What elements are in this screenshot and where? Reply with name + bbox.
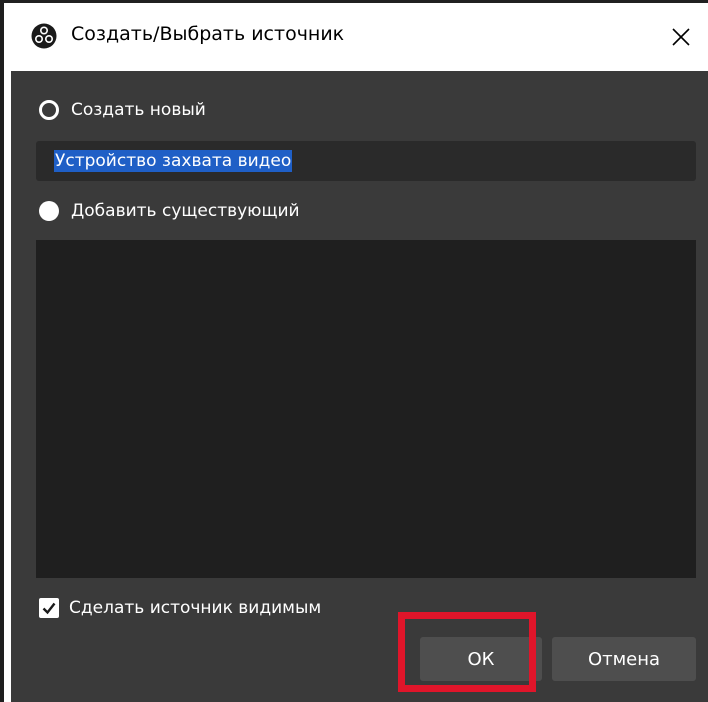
make-visible-option[interactable]: Сделать источник видимым (39, 598, 321, 618)
add-existing-radio-option[interactable]: Добавить существующий (39, 201, 300, 221)
existing-sources-list[interactable] (36, 240, 696, 578)
make-visible-label: Сделать источник видимым (69, 598, 322, 618)
obs-logo-icon (31, 23, 57, 49)
checkmark-icon (42, 602, 56, 615)
create-new-radio[interactable] (39, 100, 59, 120)
background-window-edge (0, 3, 4, 702)
window-title: Создать/Выбрать источник (71, 23, 345, 45)
make-visible-checkbox[interactable] (39, 598, 59, 618)
create-new-label: Создать новый (71, 100, 206, 120)
source-name-selected-text: Устройство захвата видео (54, 150, 293, 172)
ok-button[interactable]: ОК (420, 637, 542, 681)
close-button[interactable] (654, 3, 708, 71)
create-select-source-dialog: Создать/Выбрать источник Создать новый У… (0, 0, 708, 702)
add-existing-radio[interactable] (39, 201, 59, 221)
title-bar: Создать/Выбрать источник (11, 3, 708, 71)
create-new-radio-option[interactable]: Создать новый (39, 100, 206, 120)
close-icon (672, 28, 690, 46)
dialog-content: Создать новый Устройство захвата видео Д… (11, 71, 708, 702)
add-existing-label: Добавить существующий (71, 201, 300, 221)
cancel-button[interactable]: Отмена (552, 637, 696, 681)
source-name-input[interactable]: Устройство захвата видео (36, 141, 696, 181)
